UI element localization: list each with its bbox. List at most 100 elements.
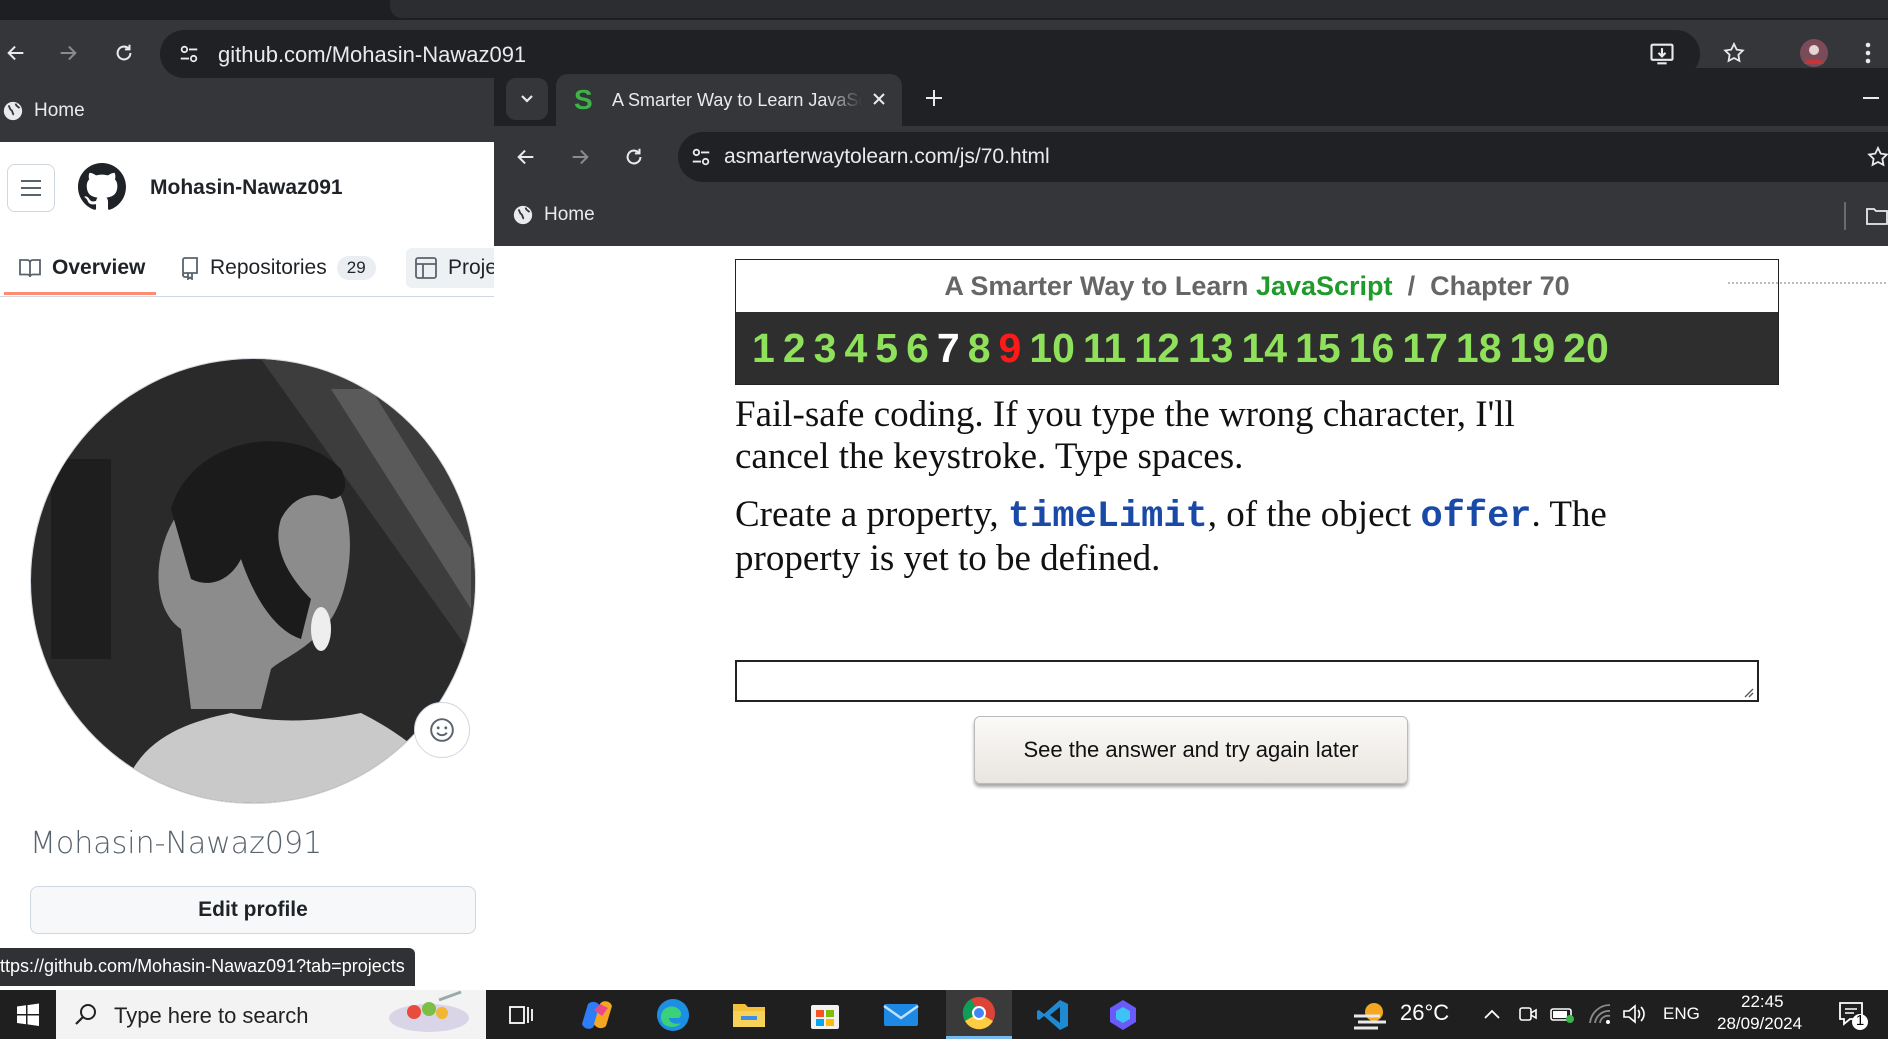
github-header-username[interactable]: Mohasin-Nawaz091 (150, 176, 343, 200)
exercise-number-19[interactable]: 19 (1510, 325, 1556, 372)
tab-repositories[interactable]: Repositories 29 (172, 248, 384, 288)
exercise-number-9[interactable]: 9 (999, 325, 1022, 372)
exercise-number-3[interactable]: 3 (814, 325, 837, 372)
bookmark-home[interactable]: Home (512, 204, 595, 226)
mail-icon[interactable] (870, 990, 932, 1039)
edge-icon[interactable] (642, 990, 704, 1039)
taskbar-search-placeholder: Type here to search (114, 1003, 309, 1028)
volume-icon[interactable] (1622, 1003, 1646, 1025)
set-status-button[interactable] (414, 702, 470, 758)
repo-icon (182, 257, 198, 280)
exercise-number-10[interactable]: 10 (1029, 325, 1075, 372)
tab-projects-label: Proje (448, 256, 494, 279)
wifi-icon[interactable] (1588, 1003, 1612, 1025)
reload-icon[interactable] (104, 33, 144, 73)
exercise-number-6[interactable]: 6 (906, 325, 929, 372)
hamburger-menu-button[interactable] (7, 164, 55, 212)
forward-icon[interactable] (560, 137, 600, 177)
windows-taskbar: Type here to search 26°C ENG 22:45 28/09… (0, 990, 1888, 1039)
task-view-icon[interactable] (490, 990, 552, 1039)
weather-icon[interactable] (1352, 998, 1390, 1032)
active-tab[interactable]: S A Smarter Way to Learn JavaScript (556, 74, 902, 126)
front-url-text: asmarterwaytolearn.com/js/70.html (724, 145, 1050, 168)
exercise-number-11[interactable]: 11 (1083, 325, 1126, 372)
github-logo-icon[interactable] (78, 163, 126, 211)
github-header: Mohasin-Nawaz091 (0, 142, 494, 238)
front-address-bar[interactable]: asmarterwaytolearn.com/js/70.html (678, 132, 1888, 182)
exercise-number-14[interactable]: 14 (1241, 325, 1287, 372)
exercise-number-7[interactable]: 7 (937, 325, 960, 372)
taskbar-search-box[interactable]: Type here to search (56, 990, 486, 1039)
clock-date[interactable]: 28/09/2024 (1717, 1014, 1802, 1034)
bookmarks-divider (1844, 202, 1846, 230)
exercise-number-17[interactable]: 17 (1402, 325, 1448, 372)
new-tab-button[interactable] (914, 78, 954, 118)
exercise-number-15[interactable]: 15 (1295, 325, 1341, 372)
site-info-icon[interactable] (690, 146, 712, 168)
task-code-offer: offer (1420, 496, 1532, 538)
tab-search-button[interactable] (506, 78, 548, 120)
folder-icon[interactable] (1866, 206, 1888, 226)
browser-menu-icon[interactable] (1848, 33, 1888, 73)
resize-grip-icon[interactable] (1742, 686, 1754, 698)
close-tab-icon[interactable] (866, 86, 892, 112)
forward-icon[interactable] (48, 33, 88, 73)
copilot-icon[interactable] (566, 990, 628, 1039)
store-icon[interactable] (794, 990, 856, 1039)
profile-avatar[interactable] (30, 358, 476, 804)
site-favicon-icon: S (574, 84, 593, 115)
file-explorer-icon[interactable] (718, 990, 780, 1039)
install-app-icon[interactable] (1648, 40, 1676, 68)
back-bookmarks-bar: Home (0, 86, 500, 142)
chevron-up-icon[interactable] (1482, 1004, 1502, 1024)
back-icon[interactable] (0, 33, 36, 73)
copilot-app-icon[interactable] (1092, 990, 1154, 1039)
link-status-bubble: ttps://github.com/Mohasin-Nawaz091?tab=p… (0, 948, 415, 986)
back-window-tab[interactable] (390, 0, 1888, 18)
battery-icon[interactable] (1550, 1003, 1576, 1025)
exercise-number-18[interactable]: 18 (1456, 325, 1502, 372)
profile-avatar-icon[interactable] (1794, 33, 1834, 73)
vscode-icon[interactable] (1022, 990, 1084, 1039)
exercise-number-13[interactable]: 13 (1188, 325, 1234, 372)
tab-overview-underline (4, 292, 156, 295)
bookmark-home[interactable]: Home (2, 100, 85, 122)
exercise-number-4[interactable]: 4 (844, 325, 867, 372)
tab-repositories-label: Repositories (210, 256, 327, 279)
exercise-number-2[interactable]: 2 (783, 325, 806, 372)
minimize-window-button[interactable] (1854, 78, 1888, 118)
back-window-tabstrip (0, 0, 1888, 20)
back-url-text: github.com/Mohasin-Nawaz091 (218, 42, 527, 67)
back-icon[interactable] (506, 137, 546, 177)
edit-profile-button[interactable]: Edit profile (30, 886, 476, 934)
globe-icon (513, 205, 533, 225)
notifications-icon[interactable]: 1 (1838, 1000, 1870, 1032)
chevron-down-icon (521, 95, 533, 103)
chrome-icon[interactable] (946, 990, 1012, 1039)
windows-start-icon[interactable] (0, 990, 56, 1039)
answer-textarea[interactable] (735, 660, 1759, 702)
exercise-number-20[interactable]: 20 (1563, 325, 1609, 372)
see-answer-button[interactable]: See the answer and try again later (974, 716, 1408, 784)
title-separator: / (1407, 270, 1416, 301)
exercise-number-12[interactable]: 12 (1134, 325, 1180, 372)
tab-projects[interactable]: Proje (406, 248, 494, 288)
bookmark-star-icon[interactable] (1714, 33, 1754, 73)
clock-time[interactable]: 22:45 (1741, 992, 1784, 1012)
exercise-number-16[interactable]: 16 (1349, 325, 1395, 372)
repositories-count-badge: 29 (336, 256, 376, 280)
input-language[interactable]: ENG (1663, 1004, 1700, 1024)
tab-overview[interactable]: Overview (10, 248, 153, 288)
exercise-number-1[interactable]: 1 (752, 325, 775, 372)
bookmark-star-icon[interactable] (1858, 137, 1888, 177)
meet-now-icon[interactable] (1516, 1003, 1538, 1025)
exercise-number-8[interactable]: 8 (968, 325, 991, 372)
book-title: A Smarter Way to Learn (944, 270, 1249, 301)
reload-icon[interactable] (614, 137, 654, 177)
site-info-icon[interactable] (178, 43, 200, 65)
task-code-timelimit: timeLimit (1007, 496, 1208, 538)
task-text-mid: , of the object (1207, 494, 1421, 535)
globe-icon (3, 101, 23, 121)
weather-temperature[interactable]: 26°C (1400, 1000, 1449, 1026)
exercise-number-5[interactable]: 5 (875, 325, 898, 372)
